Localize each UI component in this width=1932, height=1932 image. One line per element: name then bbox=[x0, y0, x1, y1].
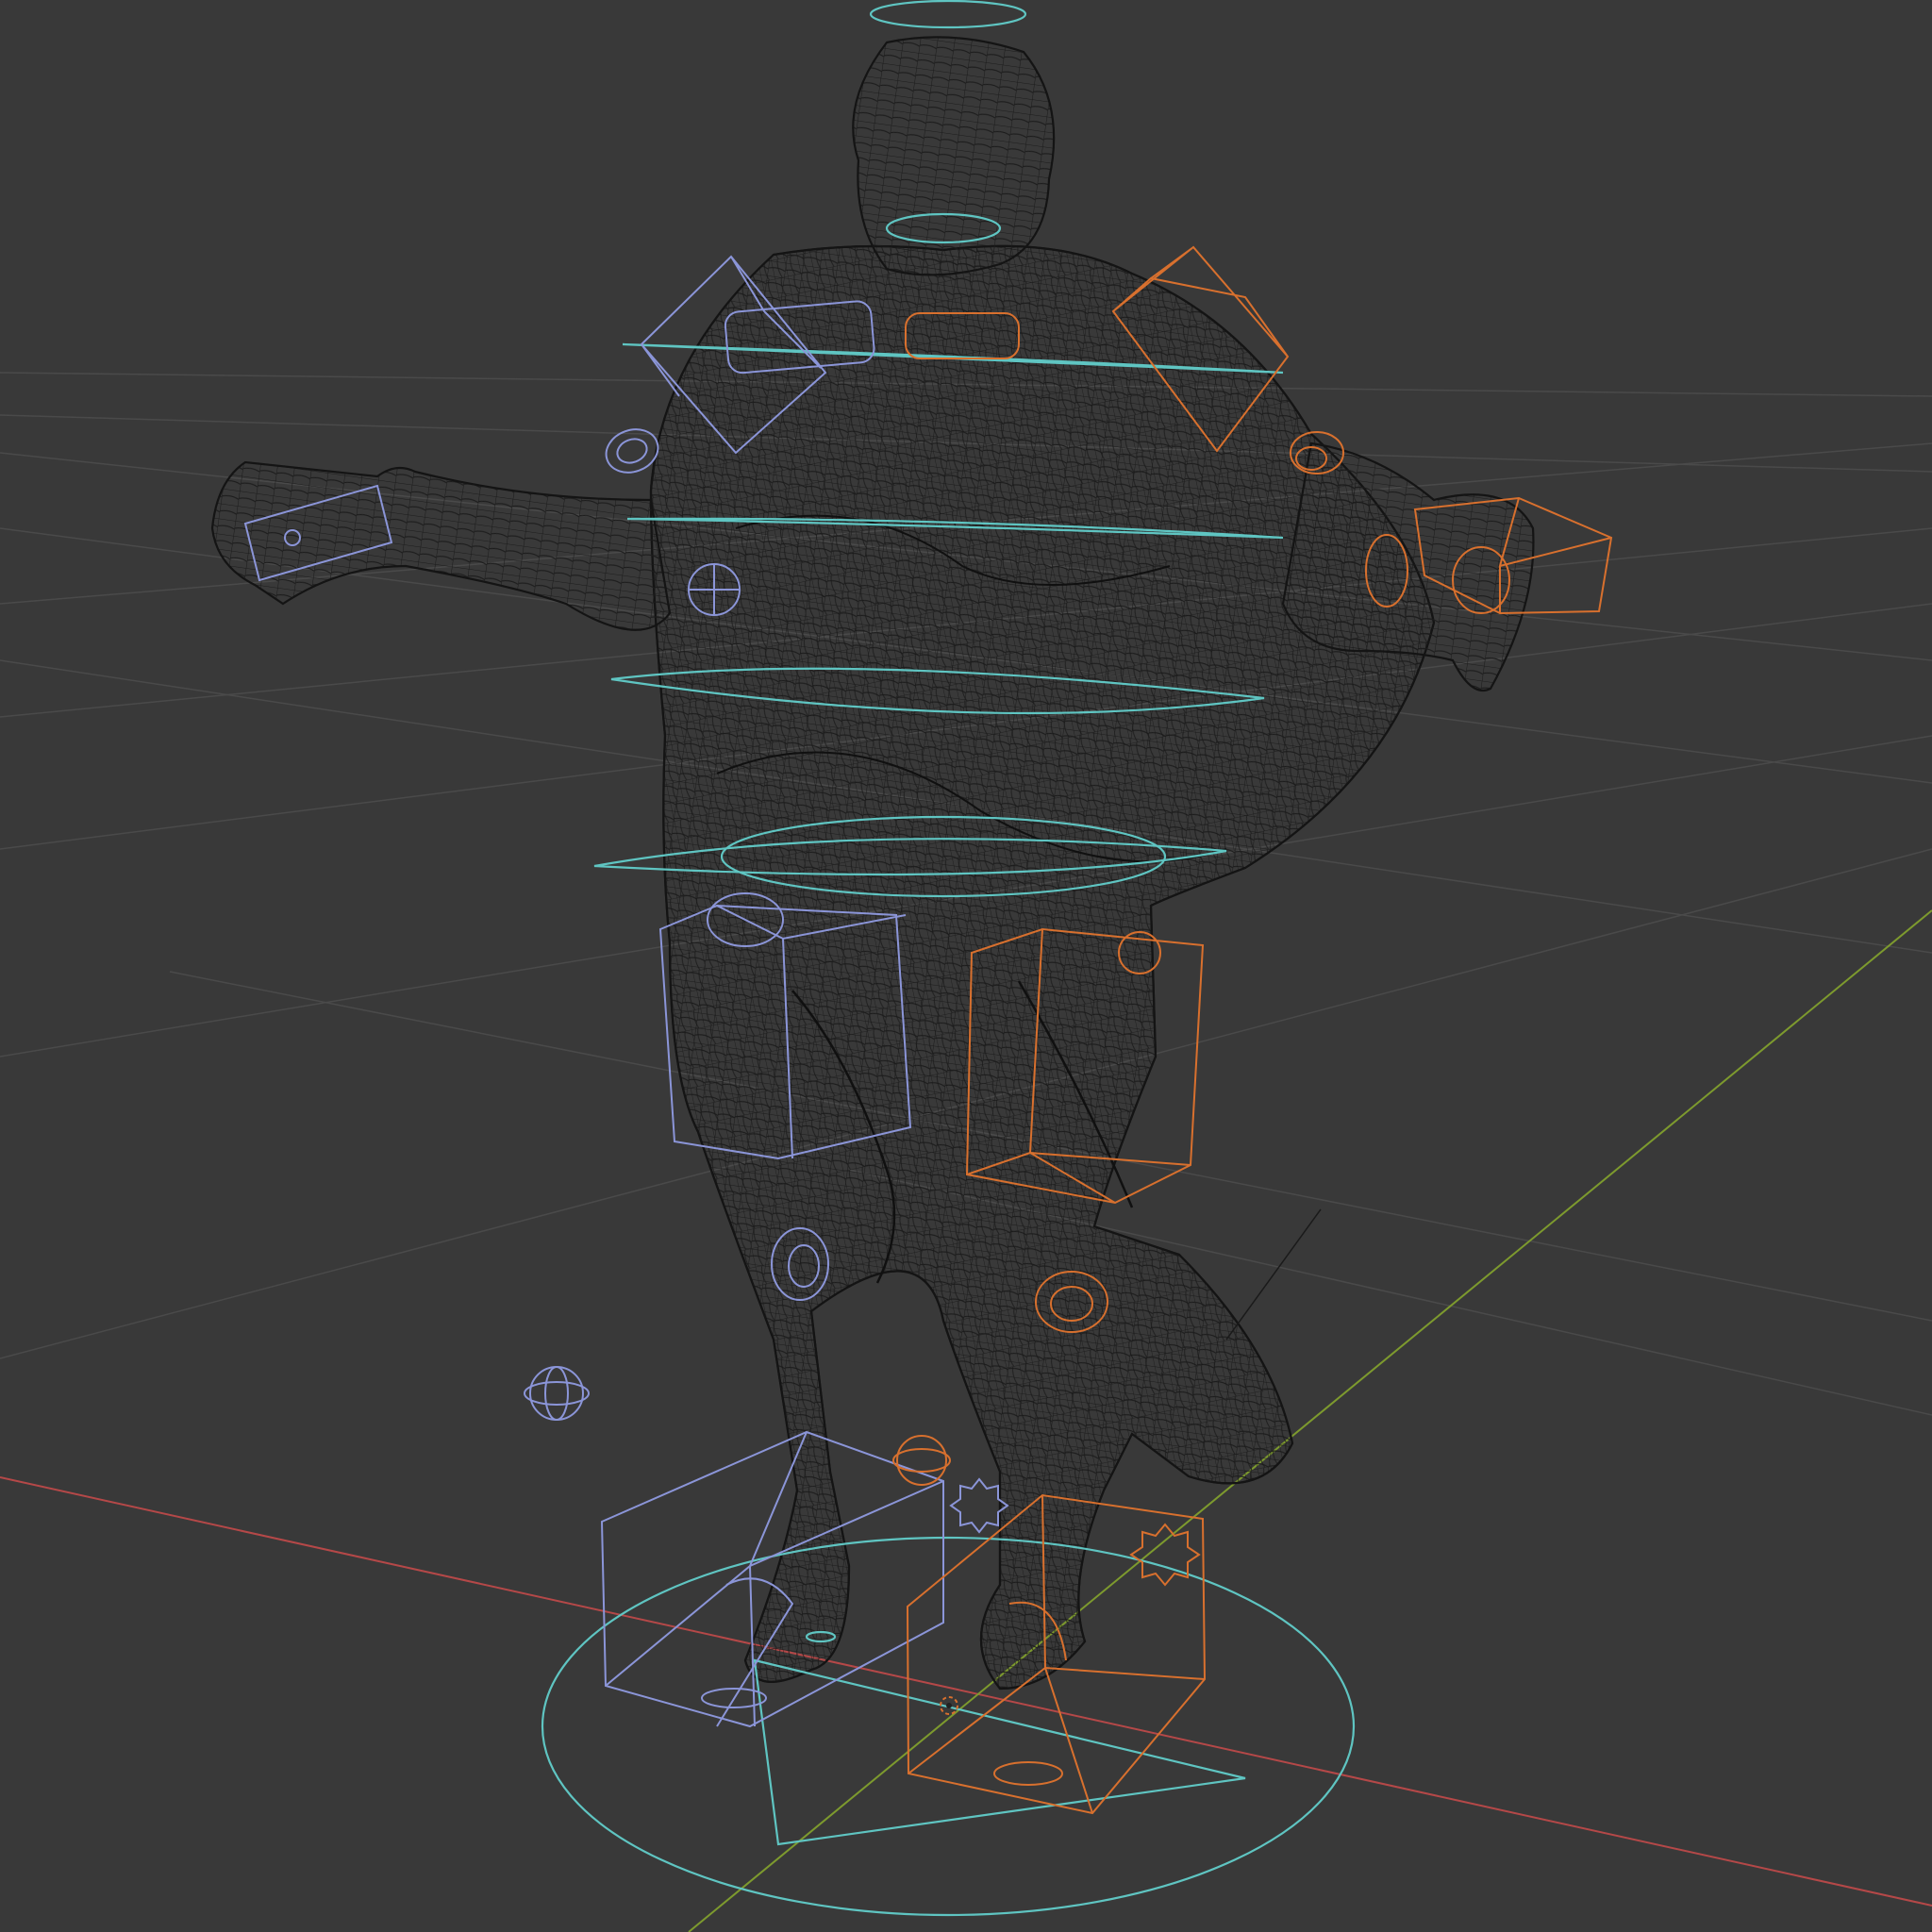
3d-viewport[interactable] bbox=[0, 0, 1932, 1932]
mesh-head bbox=[852, 36, 1056, 276]
